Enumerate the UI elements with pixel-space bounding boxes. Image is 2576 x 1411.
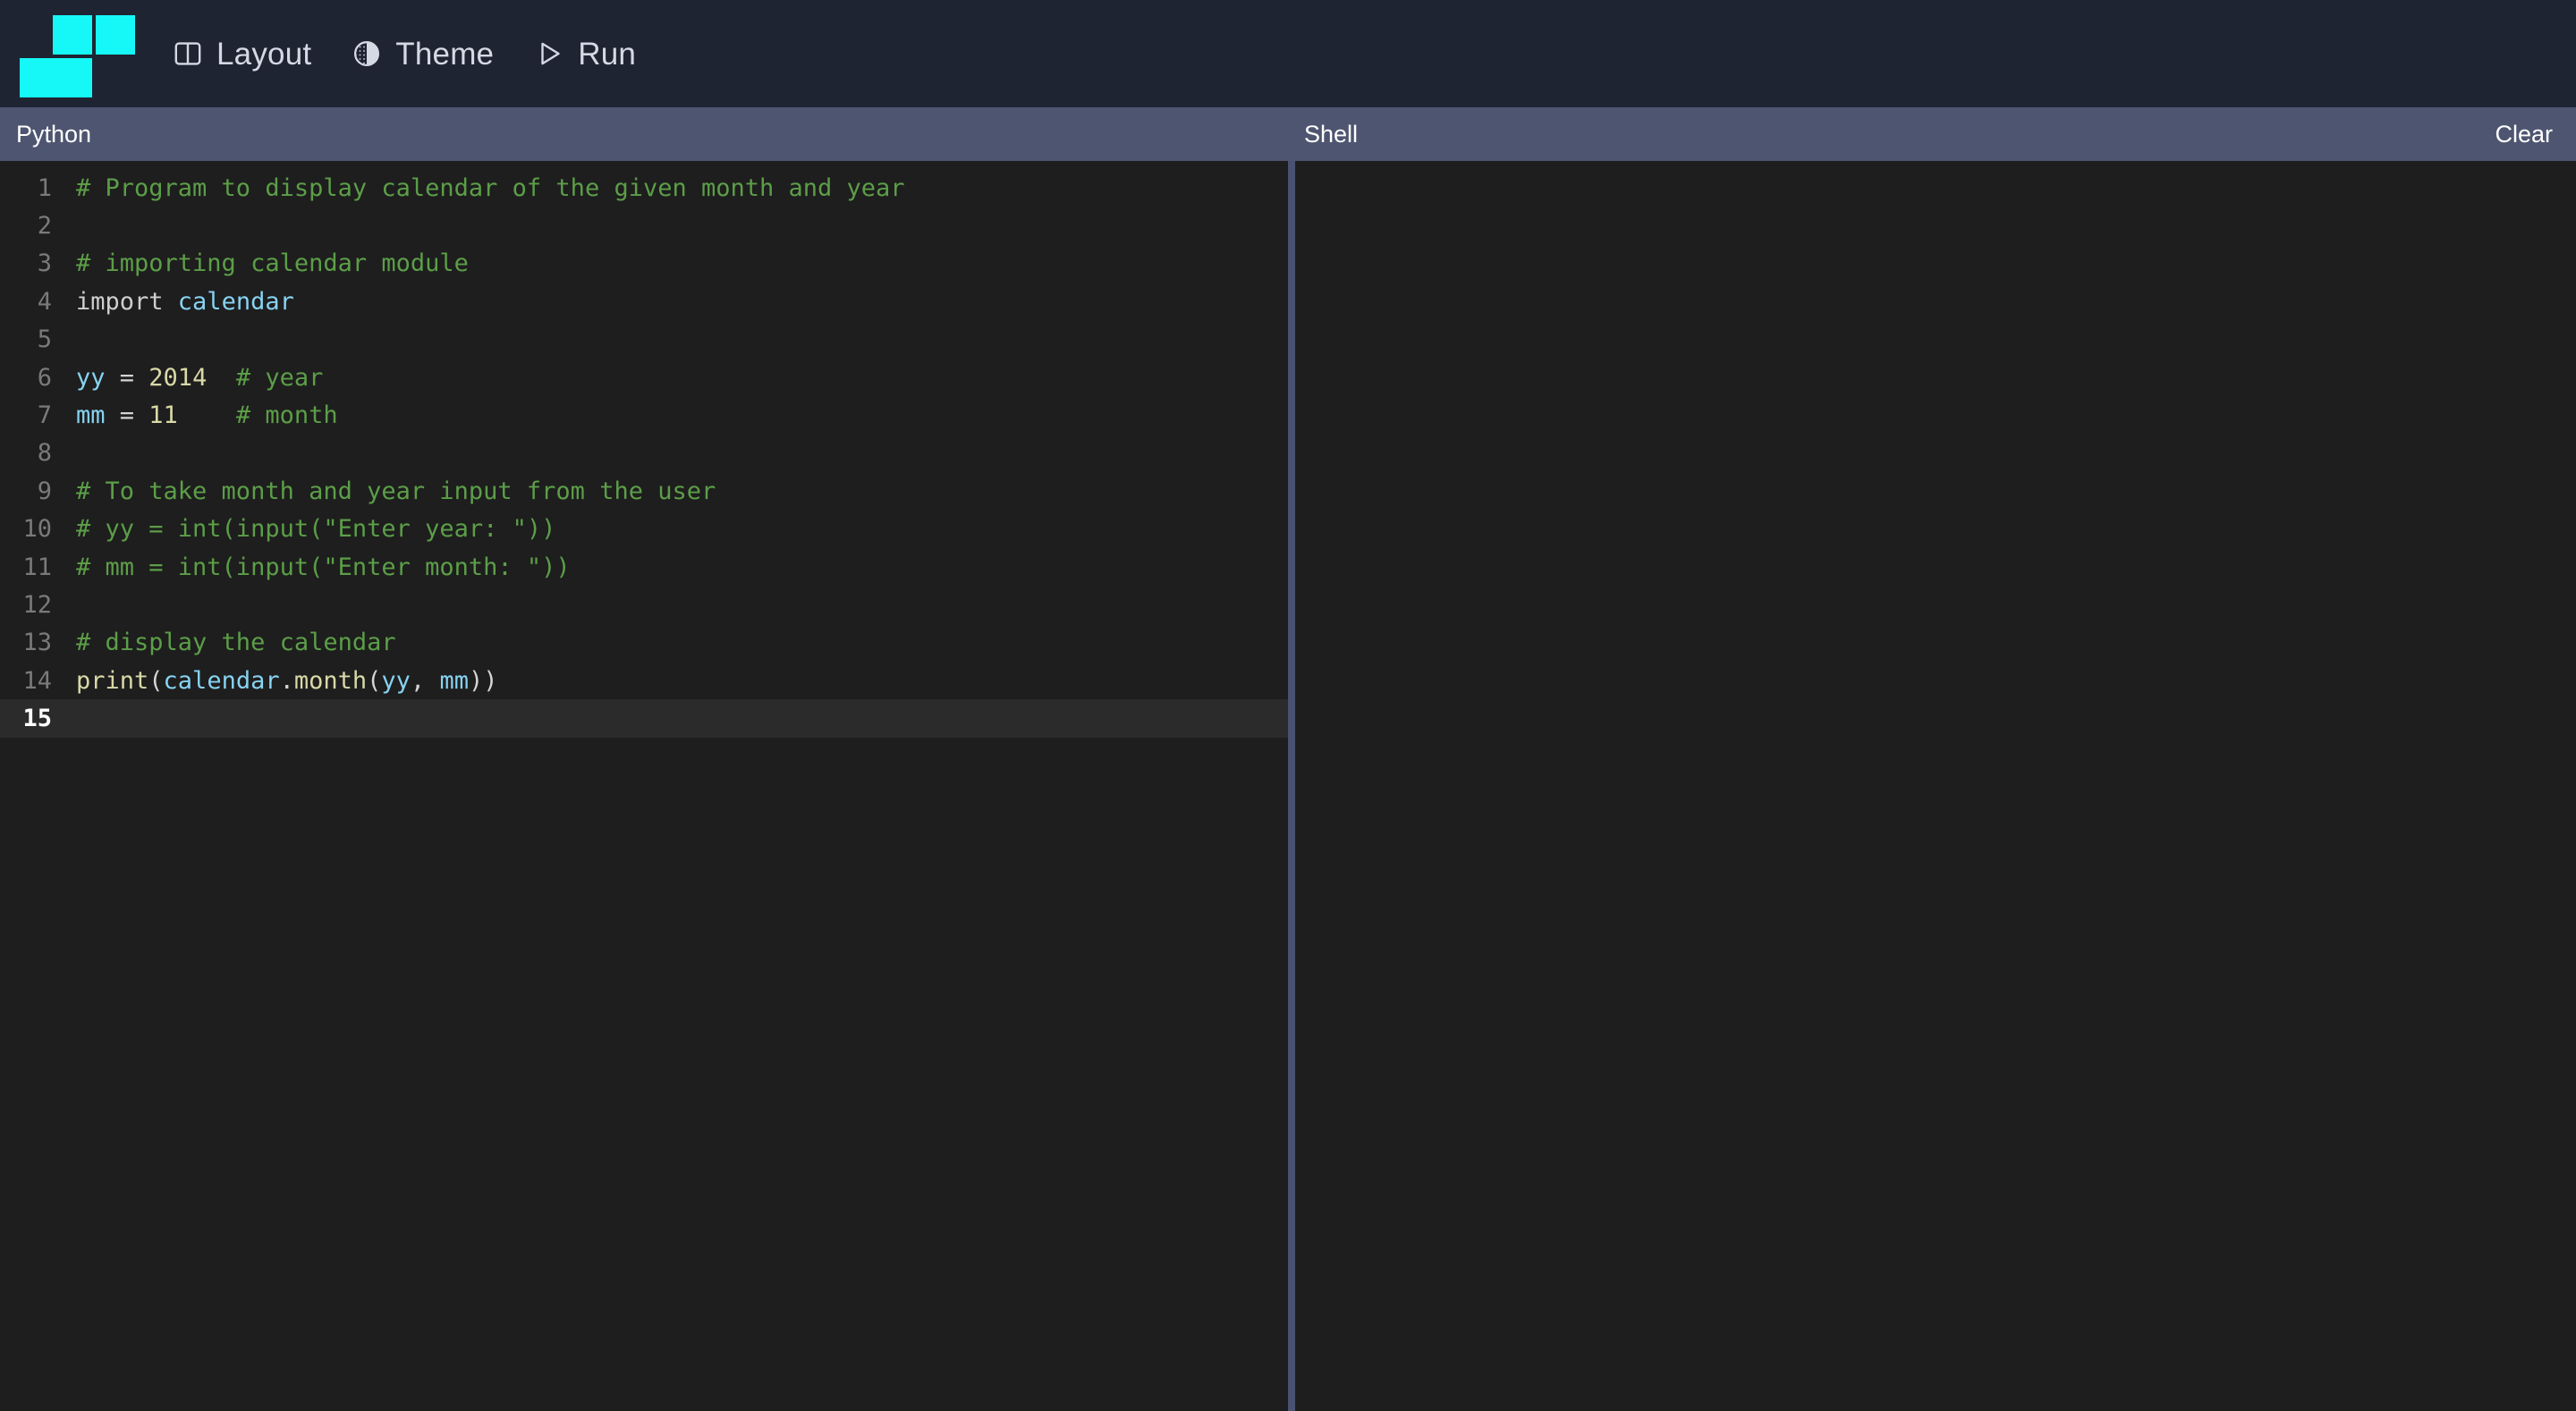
code-token: (: [367, 666, 382, 695]
line-number: 8: [37, 439, 52, 468]
code-line-text: # display the calendar: [52, 630, 396, 655]
line-number: 14: [22, 666, 52, 695]
code-line-text: yy = 2014 # year: [52, 366, 323, 390]
editor-tab-label: Python: [16, 120, 92, 148]
theme-contrast-icon: [351, 38, 383, 70]
code-token: yy: [76, 363, 106, 392]
code-line-text: mm = 11 # month: [52, 403, 338, 427]
code-line[interactable]: 14 print(calendar.month(yy, mm)): [0, 662, 1288, 699]
layout-panels-icon: [172, 38, 204, 70]
code-line[interactable]: 2: [0, 207, 1288, 244]
code-line-text: import calendar: [52, 290, 294, 314]
line-number: 7: [37, 401, 52, 430]
code-line-text: # mm = int(input("Enter month: ")): [52, 555, 571, 579]
code-token: import: [76, 287, 178, 316]
layout-button-label: Layout: [216, 36, 312, 72]
run-button-label: Run: [578, 36, 637, 72]
code-token: mm: [76, 401, 106, 430]
shell-tab-label[interactable]: Shell: [1304, 122, 1358, 147]
code-editor[interactable]: 1 # Program to display calendar of the gi…: [0, 161, 1288, 1411]
code-token: 2014: [148, 363, 208, 392]
code-token: month: [293, 666, 368, 695]
top-toolbar: Layout Theme Run: [0, 0, 2576, 107]
code-token: # Program to display calendar of the giv…: [76, 173, 905, 202]
code-token: calendar: [163, 666, 280, 695]
code-line[interactable]: 9 # To take month and year input from the…: [0, 472, 1288, 510]
theme-button[interactable]: Theme: [331, 29, 513, 79]
code-line-text: print(calendar.month(yy, mm)): [52, 669, 497, 693]
code-token: # month: [235, 401, 338, 430]
code-line[interactable]: 8: [0, 435, 1288, 472]
line-number: 6: [37, 363, 52, 392]
panel-title-bar: Python Shell Clear: [0, 107, 2576, 161]
code-token: =: [105, 363, 149, 392]
code-token: mm: [439, 666, 469, 695]
line-number: 9: [37, 477, 52, 505]
line-number: 11: [22, 553, 52, 581]
code-line-text: # Program to display calendar of the giv…: [52, 176, 905, 200]
code-line[interactable]: 3 # importing calendar module: [0, 245, 1288, 283]
logo-square-bottom-right: [53, 58, 92, 97]
layout-button[interactable]: Layout: [152, 29, 331, 79]
replit-logo[interactable]: [20, 7, 135, 100]
code-token: # mm = int(input("Enter month: ")): [76, 553, 571, 581]
code-line[interactable]: 4 import calendar: [0, 283, 1288, 320]
logo-square-top-right: [96, 15, 135, 55]
editor-tab[interactable]: Python: [0, 120, 1288, 148]
shell-console[interactable]: November 2014 Mo Tu We Th Fr Sa Su 1 2 3…: [1295, 161, 2576, 1411]
code-token: yy: [381, 666, 411, 695]
ide-window: Layout Theme Run Python Shell Clear 1 # …: [0, 0, 2576, 1411]
line-number: 4: [37, 287, 52, 316]
line-number: 15: [22, 705, 52, 733]
panel-resize-divider[interactable]: [1288, 161, 1295, 1411]
code-token: # display the calendar: [76, 629, 396, 657]
shell-tab-area: Shell Clear: [1288, 122, 2576, 147]
code-token: )): [468, 666, 498, 695]
line-number: 3: [37, 249, 52, 278]
clear-button[interactable]: Clear: [2495, 122, 2553, 147]
code-line[interactable]: 12: [0, 586, 1288, 623]
code-line[interactable]: 10 # yy = int(input("Enter year: ")): [0, 511, 1288, 548]
line-number: 10: [22, 515, 52, 544]
code-line[interactable]: 5: [0, 321, 1288, 359]
code-line[interactable]: 1 # Program to display calendar of the gi…: [0, 169, 1288, 207]
code-line-text: # importing calendar module: [52, 251, 469, 275]
code-line[interactable]: 13 # display the calendar: [0, 624, 1288, 662]
code-token: # yy = int(input("Enter year: ")): [76, 515, 556, 544]
line-number: 2: [37, 212, 52, 241]
code-line[interactable]: 15: [0, 699, 1288, 738]
logo-square-top-left: [53, 15, 92, 55]
line-number: 5: [37, 325, 52, 354]
code-token: .: [279, 666, 294, 695]
run-button[interactable]: Run: [513, 29, 656, 79]
code-token: # To take month and year input from the …: [76, 477, 716, 505]
code-token: ,: [410, 666, 440, 695]
code-line[interactable]: 7 mm = 11 # month: [0, 396, 1288, 434]
code-line[interactable]: 11 # mm = int(input("Enter month: ")): [0, 548, 1288, 586]
code-token: =: [105, 401, 149, 430]
code-token: # importing calendar module: [76, 249, 469, 278]
code-token: 11: [148, 401, 178, 430]
theme-button-label: Theme: [395, 36, 495, 72]
code-token: calendar: [177, 287, 294, 316]
code-token: (: [148, 666, 164, 695]
code-line-text: # To take month and year input from the …: [52, 479, 716, 503]
code-token: print: [76, 666, 149, 695]
line-number: 1: [37, 173, 52, 202]
code-line-text: # yy = int(input("Enter year: ")): [52, 517, 555, 541]
line-number: 12: [22, 590, 52, 619]
code-line[interactable]: 6 yy = 2014 # year: [0, 359, 1288, 396]
line-number: 13: [22, 629, 52, 657]
play-triangle-icon: [533, 38, 565, 70]
code-token: # year: [235, 363, 324, 392]
workspace-body: 1 # Program to display calendar of the gi…: [0, 161, 2576, 1411]
